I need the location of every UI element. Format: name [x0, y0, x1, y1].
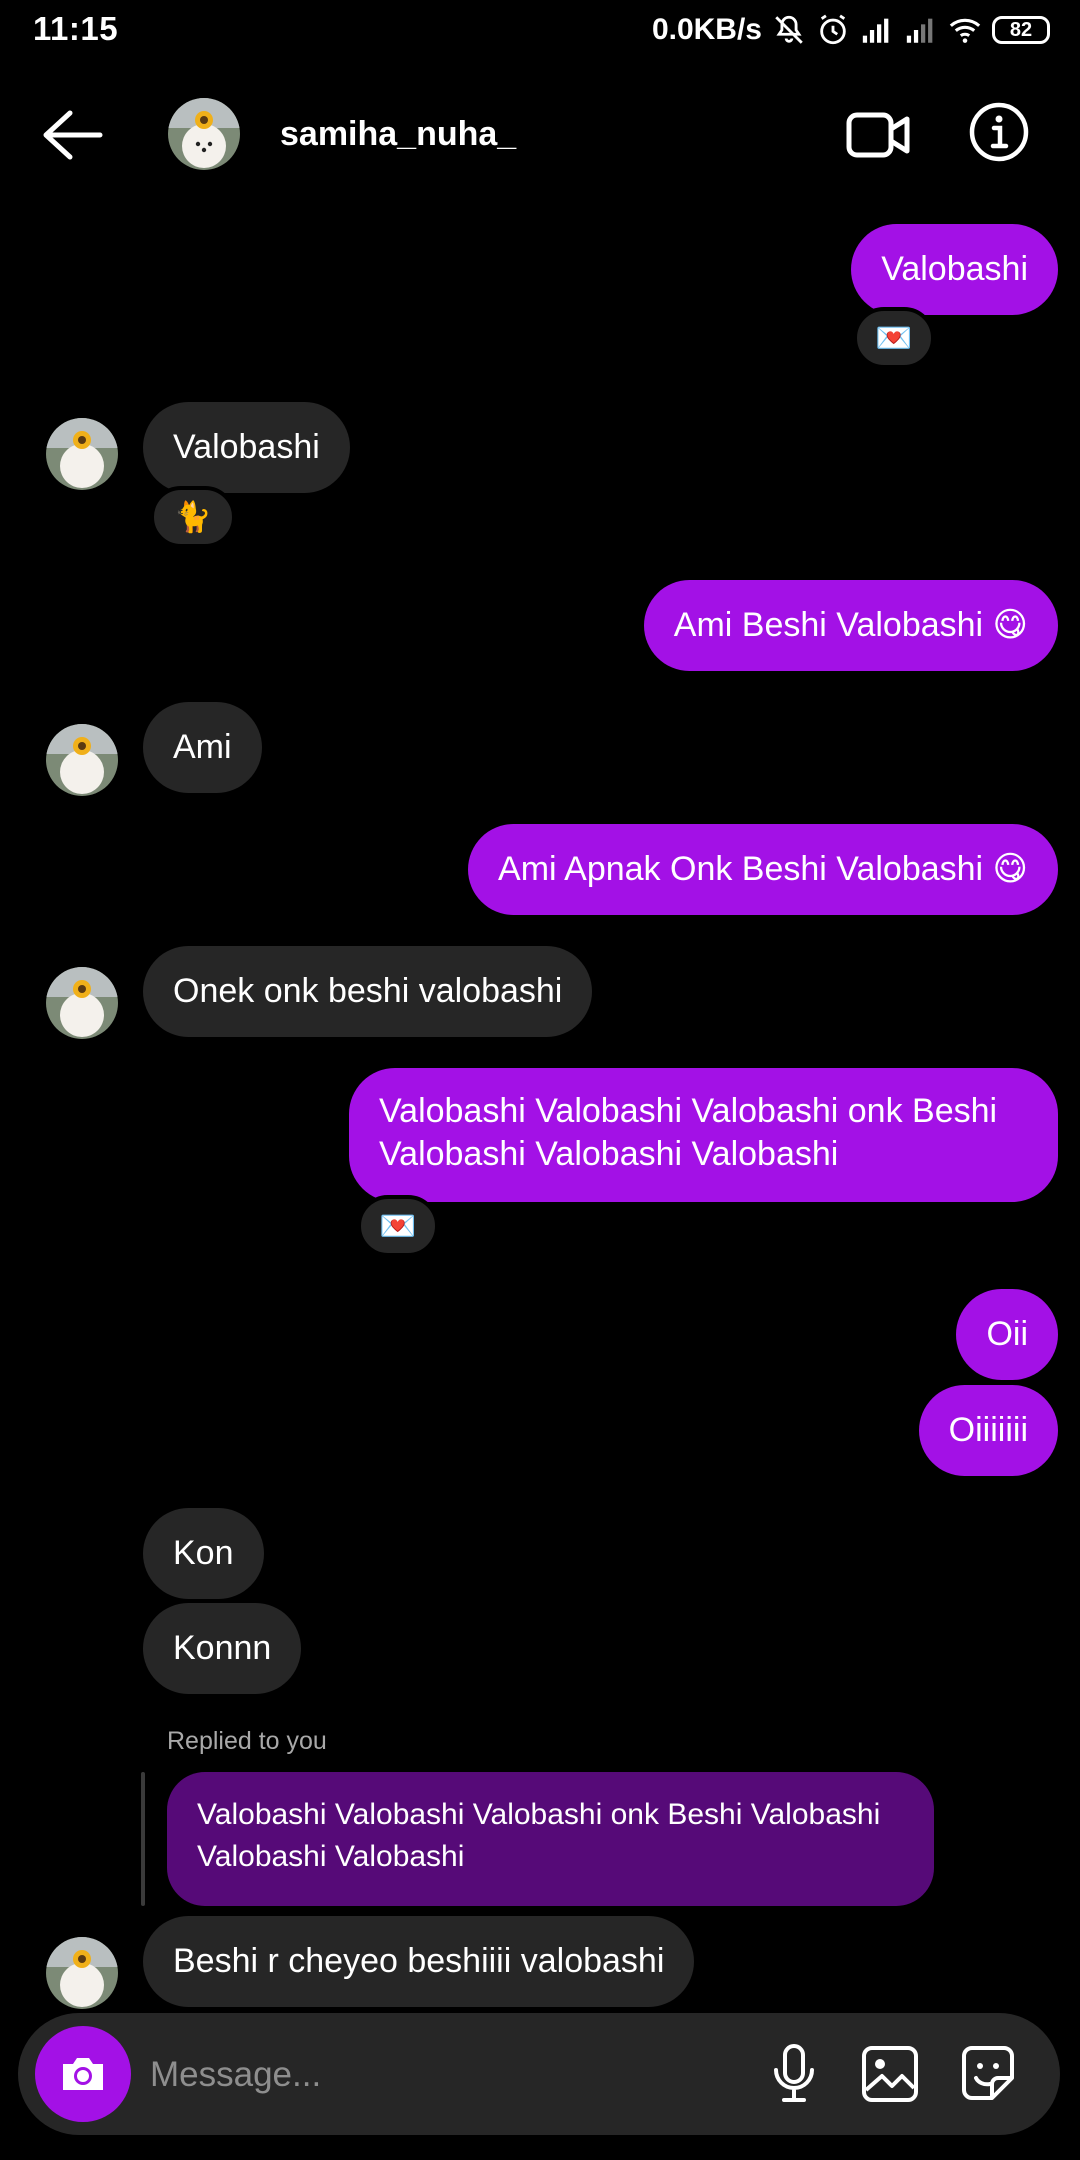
gallery-icon[interactable] [856, 2040, 924, 2108]
message-bubble[interactable]: Kon [143, 1508, 264, 1599]
chat-screen: 11:15 0.0KB/s 82 samiha_nuha_ Valobashi … [0, 0, 1080, 2160]
wifi-icon [949, 18, 981, 43]
message-text: Beshi r cheyeo beshiiii valobashi [173, 1942, 665, 1980]
status-icons: 0.0KB/s 82 [652, 10, 1050, 50]
dog-avatar-icon [46, 418, 118, 490]
message-bubble[interactable]: Oii [956, 1289, 1058, 1380]
cat-icon: 🐈 [174, 500, 212, 534]
status-time: 11:15 [33, 10, 119, 47]
avatar[interactable] [46, 418, 118, 490]
message-bubble[interactable]: Valobashi [851, 224, 1058, 315]
dog-avatar-icon [46, 1937, 118, 2009]
message-input[interactable] [148, 2045, 732, 2105]
battery-indicator: 82 [992, 16, 1050, 44]
quoted-text: Valobashi Valobashi Valobashi onk Beshi … [197, 1798, 881, 1873]
dog-avatar-icon [46, 967, 118, 1039]
message-text: Oii [986, 1315, 1028, 1353]
reply-quote[interactable]: Valobashi Valobashi Valobashi onk Beshi … [167, 1772, 934, 1906]
avatar[interactable] [46, 1937, 118, 2009]
mute-icon [775, 15, 803, 44]
dog-avatar-icon [168, 98, 240, 170]
message-text: Valobashi [173, 428, 320, 466]
reaction-badge[interactable]: 💌 [357, 1195, 439, 1257]
camera-button[interactable] [35, 2026, 131, 2122]
message-bubble[interactable]: Beshi r cheyeo beshiiii valobashi [143, 1916, 695, 2007]
avatar[interactable] [168, 98, 240, 170]
message-bubble[interactable]: Ami Apnak Onk Beshi Valobashi 😋 [468, 824, 1058, 915]
camera-icon [63, 2058, 103, 2090]
message-text: Valobashi [881, 250, 1028, 288]
chat-header: samiha_nuha_ [0, 75, 1080, 195]
reaction-badge[interactable]: 🐈 [150, 486, 236, 548]
info-icon[interactable] [968, 101, 1030, 163]
battery-level: 82 [1009, 18, 1033, 41]
message-bubble[interactable]: Valobashi Valobashi Valobashi onk Beshi … [349, 1068, 1058, 1202]
signal-icon [862, 18, 889, 43]
network-speed: 0.0KB/s [651, 13, 762, 46]
message-bubble[interactable]: Onek onk beshi valobashi [143, 946, 593, 1037]
message-bubble[interactable]: Valobashi [143, 402, 350, 493]
message-text: Ami [173, 728, 232, 766]
status-bar: 11:15 0.0KB/s 82 [0, 0, 1080, 60]
video-call-icon[interactable] [845, 105, 911, 165]
message-text: Kon [173, 1534, 234, 1572]
message-bubble[interactable]: Ami [143, 702, 262, 793]
message-text: Ami Apnak Onk Beshi Valobashi 😋 [498, 850, 1028, 888]
alarm-icon [820, 14, 846, 45]
love-letter-icon: 💌 [875, 321, 913, 355]
message-text: Oiiiiiii [948, 1411, 1028, 1449]
chat-username[interactable]: samiha_nuha_ [280, 115, 516, 154]
sticker-icon[interactable] [954, 2040, 1022, 2108]
microphone-icon[interactable] [760, 2040, 828, 2108]
message-text: Valobashi Valobashi Valobashi onk Beshi … [379, 1092, 998, 1173]
replied-label: Replied to you [167, 1727, 327, 1755]
message-text: Ami Beshi Valobashi 😋 [673, 606, 1028, 644]
message-bubble[interactable]: Konnn [143, 1603, 302, 1694]
message-bubble[interactable]: Oiiiiiii [918, 1385, 1058, 1476]
love-letter-icon: 💌 [379, 1209, 417, 1243]
dog-avatar-icon [46, 724, 118, 796]
message-text: Onek onk beshi valobashi [173, 972, 563, 1010]
message-text: Konnn [173, 1629, 272, 1667]
message-composer [18, 2013, 1060, 2135]
signal-icon-2 [906, 18, 933, 43]
reply-divider [141, 1772, 145, 1906]
message-bubble[interactable]: Ami Beshi Valobashi 😋 [643, 580, 1058, 671]
back-arrow-icon[interactable] [36, 105, 108, 165]
avatar[interactable] [46, 724, 118, 796]
avatar[interactable] [46, 967, 118, 1039]
reaction-badge[interactable]: 💌 [853, 307, 935, 369]
